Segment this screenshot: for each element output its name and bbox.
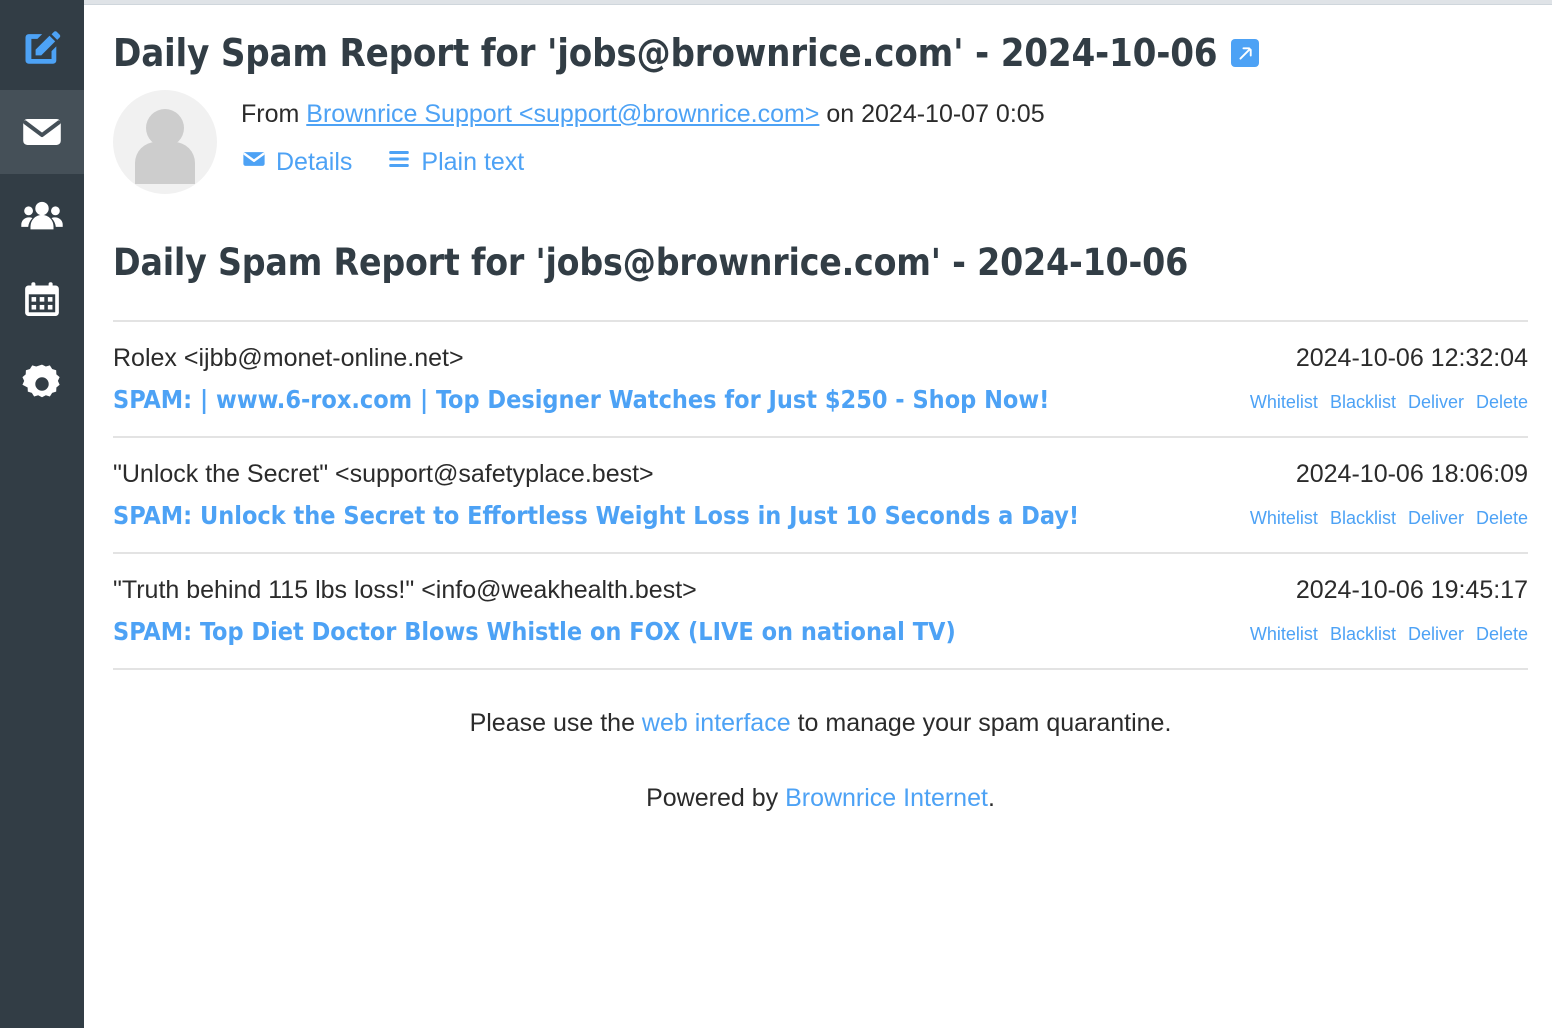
spam-sender: Rolex <ijbb@monet-online.net> bbox=[113, 343, 464, 372]
sidebar-item-calendar[interactable] bbox=[0, 258, 84, 342]
footer-period: . bbox=[987, 784, 995, 813]
sender-block: From Brownrice Support <support@brownric… bbox=[113, 89, 1528, 194]
page-title: Daily Spam Report for 'jobs@brownrice.co… bbox=[113, 31, 1528, 76]
message-footer: Please use the web interface to manage y… bbox=[113, 708, 1528, 815]
row-subject-line: SPAM: Unlock the Secret to Effortless We… bbox=[113, 501, 1528, 530]
spam-sender: "Truth behind 115 lbs loss!" <info@weakh… bbox=[113, 575, 697, 604]
report-heading: Daily Spam Report for 'jobs@brownrice.co… bbox=[113, 240, 1189, 284]
sidebar-item-settings[interactable] bbox=[0, 342, 84, 426]
envelope-icon bbox=[241, 146, 267, 179]
spam-timestamp: 2024-10-06 19:45:17 bbox=[1295, 575, 1528, 604]
row-sender-line: "Truth behind 115 lbs loss!" <info@weakh… bbox=[113, 576, 1528, 605]
row-subject-line: SPAM: | www.6-rox.com | Top Designer Wat… bbox=[113, 385, 1528, 414]
action-deliver-link[interactable]: Deliver bbox=[1408, 624, 1464, 645]
calendar-icon bbox=[20, 278, 64, 322]
message-body: Daily Spam Report for 'jobs@brownrice.co… bbox=[113, 241, 1528, 815]
powered-by-text: Powered by bbox=[646, 784, 786, 813]
spam-list: Rolex <ijbb@monet-online.net> 2024-10-06 … bbox=[113, 322, 1528, 670]
compose-pencil-icon bbox=[20, 26, 64, 70]
action-deliver-link[interactable]: Deliver bbox=[1408, 392, 1464, 413]
table-row: Rolex <ijbb@monet-online.net> 2024-10-06 … bbox=[113, 322, 1528, 438]
action-deliver-link[interactable]: Deliver bbox=[1408, 508, 1464, 529]
table-row: "Truth behind 115 lbs loss!" <info@weakh… bbox=[113, 554, 1528, 670]
sender-link[interactable]: Brownrice Support <support@brownrice.com… bbox=[306, 100, 819, 128]
main-sidebar bbox=[0, 0, 84, 1028]
action-blacklist-link[interactable]: Blacklist bbox=[1330, 392, 1396, 413]
message-viewer: Daily Spam Report for 'jobs@brownrice.co… bbox=[84, 0, 1552, 1028]
web-interface-link[interactable]: web interface bbox=[642, 709, 791, 737]
footer-line-1: Please use the web interface to manage y… bbox=[113, 708, 1528, 739]
gear-icon bbox=[19, 361, 65, 407]
footer-text-pre: Please use the bbox=[469, 708, 642, 737]
from-line: From Brownrice Support <support@brownric… bbox=[241, 98, 1045, 131]
people-icon bbox=[19, 193, 65, 239]
brownrice-internet-link[interactable]: Brownrice Internet bbox=[785, 784, 988, 812]
message-subject-text: Daily Spam Report for 'jobs@brownrice.co… bbox=[113, 31, 1218, 75]
details-button[interactable]: Details bbox=[241, 146, 352, 179]
message-actions: Details Plain text bbox=[241, 146, 1045, 179]
action-blacklist-link[interactable]: Blacklist bbox=[1330, 508, 1396, 529]
spam-subject-link[interactable]: SPAM: Top Diet Doctor Blows Whistle on F… bbox=[113, 617, 956, 646]
plain-text-label: Plain text bbox=[421, 148, 525, 177]
row-action-links: Whitelist Blacklist Deliver Delete bbox=[1250, 392, 1528, 413]
footer-text-post: to manage your spam quarantine. bbox=[790, 708, 1172, 737]
on-label: on bbox=[819, 99, 862, 128]
row-sender-line: Rolex <ijbb@monet-online.net> 2024-10-06 … bbox=[113, 344, 1528, 373]
sidebar-item-compose[interactable] bbox=[0, 6, 84, 90]
avatar bbox=[113, 89, 217, 194]
action-delete-link[interactable]: Delete bbox=[1476, 392, 1528, 413]
footer-line-2: Powered by Brownrice Internet. bbox=[113, 783, 1528, 814]
spam-subject-link[interactable]: SPAM: | www.6-rox.com | Top Designer Wat… bbox=[113, 385, 1049, 414]
lines-icon bbox=[386, 146, 412, 179]
plain-text-button[interactable]: Plain text bbox=[386, 146, 524, 179]
table-row: "Unlock the Secret" <support@safetyplace… bbox=[113, 438, 1528, 554]
spam-timestamp: 2024-10-06 18:06:09 bbox=[1295, 459, 1528, 488]
action-delete-link[interactable]: Delete bbox=[1476, 508, 1528, 529]
expand-arrow-icon[interactable] bbox=[1231, 39, 1260, 68]
sidebar-item-mail[interactable] bbox=[0, 90, 84, 174]
mail-client-window: Daily Spam Report for 'jobs@brownrice.co… bbox=[0, 0, 1552, 1028]
from-label: From bbox=[241, 99, 307, 128]
details-label: Details bbox=[276, 148, 353, 177]
row-sender-line: "Unlock the Secret" <support@safetyplace… bbox=[113, 460, 1528, 489]
action-whitelist-link[interactable]: Whitelist bbox=[1250, 392, 1318, 413]
action-whitelist-link[interactable]: Whitelist bbox=[1250, 624, 1318, 645]
sidebar-item-contacts[interactable] bbox=[0, 174, 84, 258]
envelope-icon bbox=[19, 109, 65, 155]
action-delete-link[interactable]: Delete bbox=[1476, 624, 1528, 645]
action-blacklist-link[interactable]: Blacklist bbox=[1330, 624, 1396, 645]
top-strip bbox=[84, 0, 1552, 5]
received-timestamp: 2024-10-07 0:05 bbox=[861, 99, 1045, 128]
action-whitelist-link[interactable]: Whitelist bbox=[1250, 508, 1318, 529]
avatar-person-icon bbox=[135, 108, 195, 184]
spam-timestamp: 2024-10-06 12:32:04 bbox=[1295, 343, 1528, 372]
row-action-links: Whitelist Blacklist Deliver Delete bbox=[1250, 508, 1528, 529]
row-subject-line: SPAM: Top Diet Doctor Blows Whistle on F… bbox=[113, 617, 1528, 646]
spam-subject-link[interactable]: SPAM: Unlock the Secret to Effortless We… bbox=[113, 501, 1079, 530]
spam-sender: "Unlock the Secret" <support@safetyplace… bbox=[113, 459, 654, 488]
row-action-links: Whitelist Blacklist Deliver Delete bbox=[1250, 624, 1528, 645]
